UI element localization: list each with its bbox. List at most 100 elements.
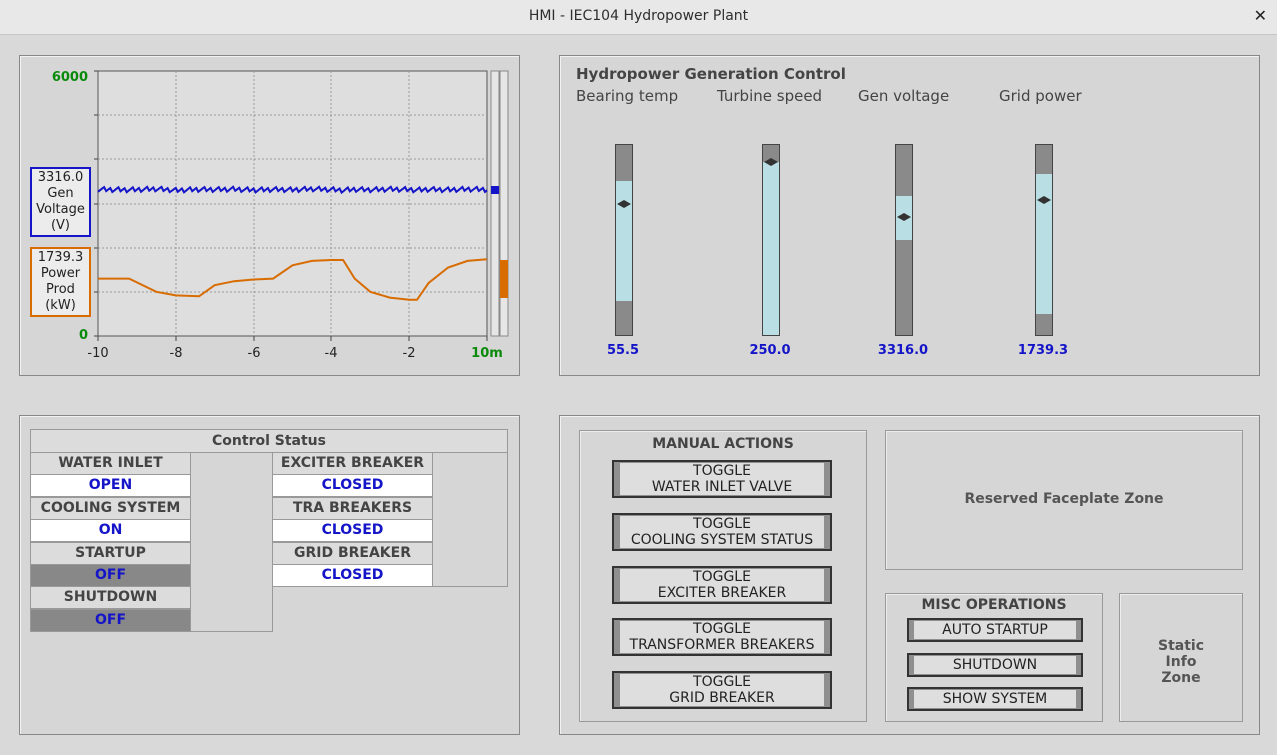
power-label-2: Prod bbox=[46, 282, 75, 297]
turbine-speed-label: Turbine speed bbox=[717, 87, 823, 105]
bearing-temp-label: Bearing temp bbox=[576, 87, 679, 105]
gauge-marker bbox=[617, 199, 631, 208]
y-max-label: 6000 bbox=[52, 70, 88, 85]
bearing-temp-value: 55.5 bbox=[606, 343, 640, 358]
x-tick-label: -2 bbox=[403, 346, 416, 361]
button-line-2: EXCITER BREAKER bbox=[657, 585, 787, 601]
plot-area bbox=[97, 70, 488, 337]
static-info-line-3: Zone bbox=[1161, 670, 1201, 686]
gauge-marker bbox=[1037, 196, 1051, 205]
grid-breaker-value: CLOSED bbox=[272, 564, 433, 587]
x-tick-label: -8 bbox=[170, 346, 183, 361]
control-status-title: Control Status bbox=[30, 429, 508, 453]
y-ticks bbox=[94, 70, 98, 337]
button-face: TOGGLE WATER INLET VALVE bbox=[620, 463, 824, 495]
power-unit: (kW) bbox=[45, 298, 76, 313]
button-line-2: COOLING SYSTEM STATUS bbox=[630, 532, 814, 548]
toggle-cooling-system-button[interactable]: TOGGLE COOLING SYSTEM STATUS bbox=[612, 513, 832, 551]
exciter-breaker-label: EXCITER BREAKER bbox=[272, 452, 433, 475]
static-info-line-2: Info bbox=[1165, 654, 1197, 670]
x-tick-label-now: 10m bbox=[471, 346, 503, 361]
button-line-1: TOGGLE bbox=[693, 674, 751, 690]
auto-startup-button[interactable]: AUTO STARTUP bbox=[907, 618, 1083, 642]
title-bar: HMI - IEC104 Hydropower Plant ✕ bbox=[0, 0, 1277, 35]
toggle-transformer-breakers-button[interactable]: TOGGLE TRANSFORMER BREAKERS bbox=[612, 618, 832, 656]
level-strip-1 bbox=[490, 70, 500, 337]
button-face: TOGGLE COOLING SYSTEM STATUS bbox=[620, 516, 824, 548]
button-line-2: WATER INLET VALVE bbox=[651, 479, 793, 495]
button-face: TOGGLE TRANSFORMER BREAKERS bbox=[620, 621, 824, 653]
shutdown-value: OFF bbox=[30, 609, 191, 632]
startup-label: STARTUP bbox=[30, 542, 191, 565]
voltage-unit: (V) bbox=[50, 218, 71, 233]
manual-actions-title: MANUAL ACTIONS bbox=[652, 436, 794, 452]
status-column-bg bbox=[190, 452, 273, 632]
toggle-grid-breaker-button[interactable]: TOGGLE GRID BREAKER bbox=[612, 671, 832, 709]
water-inlet-value: OPEN bbox=[30, 474, 191, 497]
turbine-speed-value: 250.0 bbox=[749, 343, 791, 358]
startup-value: OFF bbox=[30, 564, 191, 587]
bearing-temp-gauge bbox=[615, 144, 633, 336]
auto-startup-label: AUTO STARTUP bbox=[914, 621, 1076, 639]
gen-voltage-gauge bbox=[895, 144, 913, 336]
reserved-zone-label: Reserved Faceplate Zone bbox=[964, 491, 1164, 507]
toggle-exciter-breaker-button[interactable]: TOGGLE EXCITER BREAKER bbox=[612, 566, 832, 604]
trend-chart: 6000 0 -10 -8 -6 -4 -2 10m bbox=[52, 70, 509, 361]
grid-power-label: Grid power bbox=[999, 87, 1082, 105]
button-face: TOGGLE EXCITER BREAKER bbox=[620, 569, 824, 601]
reserved-faceplate-zone: Reserved Faceplate Zone bbox=[885, 430, 1243, 570]
gen-voltage-label: Gen voltage bbox=[858, 87, 950, 105]
button-line-1: TOGGLE bbox=[693, 463, 751, 479]
window-title: HMI - IEC104 Hydropower Plant bbox=[528, 8, 749, 24]
static-info-line-1: Static bbox=[1157, 638, 1204, 654]
static-info-zone: Static Info Zone bbox=[1119, 593, 1243, 722]
exciter-breaker-value: CLOSED bbox=[272, 474, 433, 497]
button-line-1: TOGGLE bbox=[693, 569, 751, 585]
cooling-system-value: ON bbox=[30, 519, 191, 542]
gauge-marker bbox=[897, 213, 911, 222]
generation-control-panel: Hydropower Generation Control Bearing te… bbox=[559, 55, 1260, 376]
control-status-panel: Control Status WATER INLET OPEN COOLING … bbox=[19, 415, 520, 735]
shutdown-label: SHUTDOWN bbox=[30, 586, 191, 609]
shutdown-button[interactable]: SHUTDOWN bbox=[907, 653, 1083, 677]
power-label-1: Power bbox=[40, 266, 81, 281]
gauge-marker bbox=[764, 158, 778, 167]
cooling-system-label: COOLING SYSTEM bbox=[30, 497, 191, 520]
button-line-1: TOGGLE bbox=[693, 621, 751, 637]
power-value: 1739.3 bbox=[37, 250, 84, 265]
toggle-water-inlet-button[interactable]: TOGGLE WATER INLET VALVE bbox=[612, 460, 832, 498]
voltage-label-1: Gen bbox=[47, 186, 74, 201]
show-system-label: SHOW SYSTEM bbox=[914, 690, 1076, 708]
button-line-2: GRID BREAKER bbox=[669, 690, 775, 706]
gauge-fill bbox=[1036, 173, 1052, 315]
tra-breakers-label: TRA BREAKERS bbox=[272, 497, 433, 520]
button-face: TOGGLE GRID BREAKER bbox=[620, 674, 824, 706]
y-min-label: 0 bbox=[79, 328, 88, 343]
x-tick-label: -6 bbox=[248, 346, 261, 361]
voltage-level-marker bbox=[491, 186, 499, 194]
voltage-readout: 3316.0 Gen Voltage (V) bbox=[30, 167, 91, 237]
button-line-2: TRANSFORMER BREAKERS bbox=[629, 637, 815, 653]
show-system-button[interactable]: SHOW SYSTEM bbox=[907, 687, 1083, 711]
power-readout: 1739.3 Power Prod (kW) bbox=[30, 247, 91, 317]
water-inlet-label: WATER INLET bbox=[30, 452, 191, 475]
x-ticks bbox=[97, 336, 488, 341]
voltage-value: 3316.0 bbox=[37, 170, 84, 185]
actions-panel: MANUAL ACTIONS TOGGLE WATER INLET VALVE … bbox=[559, 415, 1260, 735]
x-tick-label: -10 bbox=[87, 346, 108, 361]
generation-title: Hydropower Generation Control bbox=[576, 65, 846, 83]
grid-power-gauge bbox=[1035, 144, 1053, 336]
gauge-fill bbox=[763, 162, 779, 335]
misc-operations-group: MISC OPERATIONS AUTO STARTUP SHUTDOWN SH… bbox=[885, 593, 1103, 722]
voltage-label-2: Voltage bbox=[36, 202, 85, 217]
shutdown-button-label: SHUTDOWN bbox=[914, 656, 1076, 674]
trend-panel: 6000 0 -10 -8 -6 -4 -2 10m 3316.0 Gen Vo… bbox=[19, 55, 520, 376]
power-level-marker bbox=[500, 260, 508, 298]
gen-voltage-value: 3316.0 bbox=[877, 343, 929, 358]
manual-actions-group: MANUAL ACTIONS TOGGLE WATER INLET VALVE … bbox=[579, 430, 867, 722]
close-icon[interactable]: ✕ bbox=[1254, 6, 1267, 25]
x-tick-label: -4 bbox=[325, 346, 338, 361]
turbine-speed-gauge bbox=[762, 144, 780, 336]
status-column-bg bbox=[432, 452, 508, 587]
misc-operations-title: MISC OPERATIONS bbox=[921, 597, 1067, 613]
